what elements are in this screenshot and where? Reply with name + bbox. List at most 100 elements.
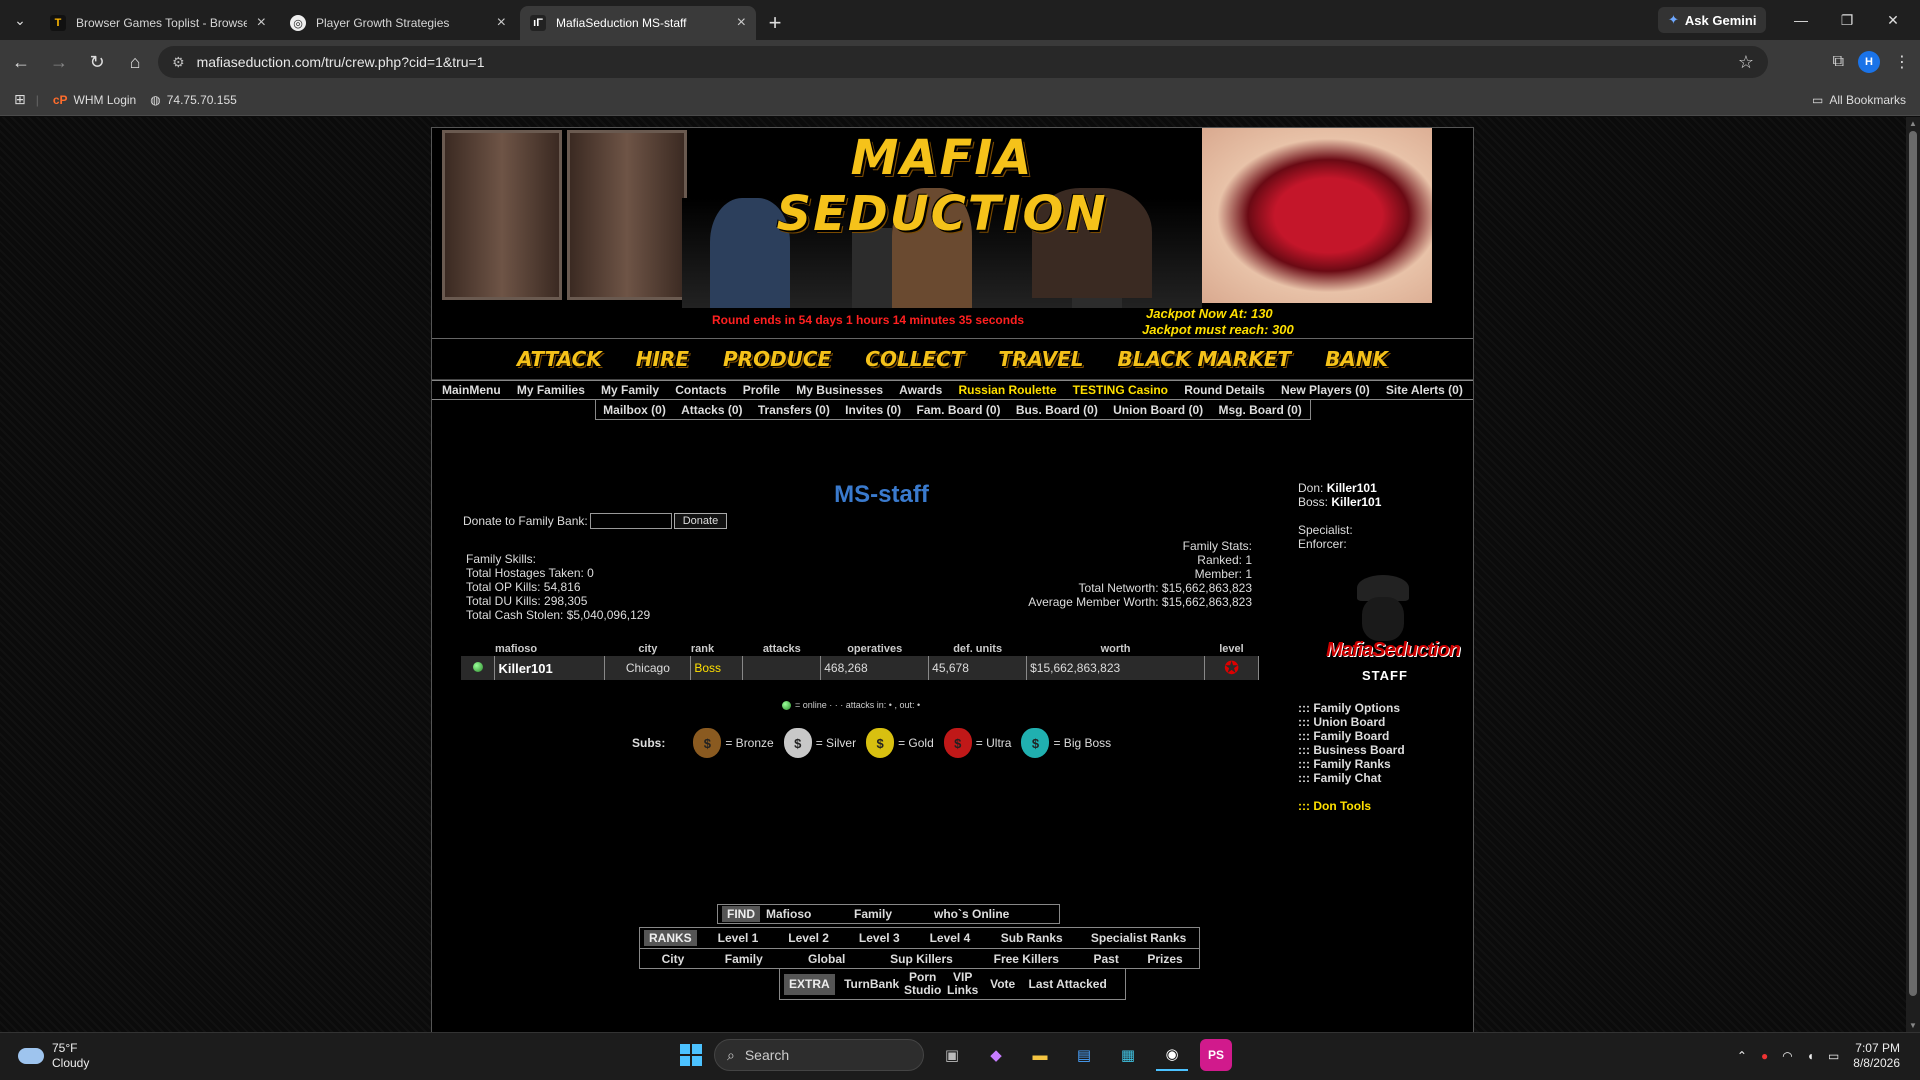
taskbar-search[interactable]: ⌕ Search: [714, 1039, 924, 1071]
rank-city-link[interactable]: City: [640, 952, 706, 966]
rank-prizes-link[interactable]: Prizes: [1131, 952, 1199, 966]
task-view-icon[interactable]: ▣: [936, 1039, 968, 1071]
menu-msg-board[interactable]: Msg. Board (0): [1218, 403, 1301, 417]
rank-level-2-link[interactable]: Level 2: [773, 931, 844, 945]
close-tab-icon[interactable]: ×: [497, 14, 506, 32]
windows-start-icon[interactable]: [680, 1044, 702, 1066]
extra-vote-link[interactable]: Vote: [983, 977, 1023, 991]
rank-level-3-link[interactable]: Level 3: [844, 931, 915, 945]
link-family-options[interactable]: ::: Family Options: [1298, 701, 1405, 715]
page-scrollbar[interactable]: ▲ ▼: [1906, 117, 1920, 1032]
menu-new-players[interactable]: New Players (0): [1281, 383, 1370, 397]
rank-sup-killers-link[interactable]: Sup Killers: [872, 952, 972, 966]
menu-bus-board[interactable]: Bus. Board (0): [1016, 403, 1098, 417]
black-market-button[interactable]: BLACK MARKET: [1117, 347, 1291, 371]
wifi-icon[interactable]: ◠: [1782, 1049, 1792, 1063]
menu-union-board[interactable]: Union Board (0): [1113, 403, 1203, 417]
close-window-icon[interactable]: ✕: [1870, 0, 1916, 40]
menu-attacks[interactable]: Attacks (0): [681, 403, 742, 417]
extra-turnbank-link[interactable]: TurnBank: [841, 977, 903, 991]
address-bar[interactable]: ⚙ mafiaseduction.com/tru/crew.php?cid=1&…: [158, 46, 1768, 78]
menu-my-family[interactable]: My Family: [601, 383, 659, 397]
menu-fam-board[interactable]: Fam. Board (0): [916, 403, 1000, 417]
rank-free-killers-link[interactable]: Free Killers: [971, 952, 1081, 966]
link-union-board[interactable]: ::: Union Board: [1298, 715, 1405, 729]
file-explorer-icon[interactable]: ▬: [1024, 1039, 1056, 1071]
all-bookmarks-button[interactable]: ▭ All Bookmarks: [1812, 93, 1906, 107]
bookmark-whm-login[interactable]: cP WHM Login: [53, 93, 136, 107]
bookmark-ip[interactable]: ◍ 74.75.70.155: [150, 93, 237, 107]
volume-icon[interactable]: ◖: [1807, 1049, 1814, 1063]
rank-global-link[interactable]: Global: [782, 952, 872, 966]
hire-button[interactable]: HIRE: [636, 347, 689, 371]
donate-button[interactable]: Donate: [673, 513, 728, 529]
find-family-link[interactable]: Family: [854, 907, 934, 921]
tab-player-growth[interactable]: ◎ Player Growth Strategies ×: [280, 6, 516, 40]
boss-name[interactable]: Killer101: [1331, 495, 1381, 509]
extensions-puzzle-icon[interactable]: ⧉: [1833, 53, 1844, 71]
extra-porn-studio-link[interactable]: Porn Studio: [903, 971, 943, 997]
bank-button[interactable]: BANK: [1325, 347, 1388, 371]
tray-overflow-chevron-icon[interactable]: ⌃: [1737, 1049, 1747, 1063]
menu-russian-roulette[interactable]: Russian Roulette: [958, 383, 1056, 397]
menu-awards[interactable]: Awards: [899, 383, 942, 397]
home-icon[interactable]: ⌂: [118, 45, 152, 79]
new-tab-button[interactable]: +: [760, 6, 790, 40]
menu-round-details[interactable]: Round Details: [1184, 383, 1265, 397]
forward-arrow-icon[interactable]: →: [42, 45, 76, 79]
extra-last-attacked-link[interactable]: Last Attacked: [1023, 977, 1113, 991]
menu-my-families[interactable]: My Families: [517, 383, 585, 397]
menu-testing-casino[interactable]: TESTING Casino: [1073, 383, 1168, 397]
tab-mafiaseduction[interactable]: ıΓ MafiaSeduction MS-staff ×: [520, 6, 756, 40]
rank-past-link[interactable]: Past: [1081, 952, 1131, 966]
attack-button[interactable]: ATTACK: [517, 347, 602, 371]
menu-contacts[interactable]: Contacts: [675, 383, 726, 397]
collect-button[interactable]: COLLECT: [865, 347, 964, 371]
link-business-board[interactable]: ::: Business Board: [1298, 743, 1405, 757]
rank-specialist-ranks-link[interactable]: Specialist Ranks: [1078, 931, 1199, 945]
menu-my-businesses[interactable]: My Businesses: [796, 383, 883, 397]
rank-level-1-link[interactable]: Level 1: [703, 931, 774, 945]
reload-icon[interactable]: ↻: [80, 45, 114, 79]
minimize-icon[interactable]: —: [1778, 0, 1824, 40]
phpstorm-icon[interactable]: PS: [1200, 1039, 1232, 1071]
menu-invites[interactable]: Invites (0): [845, 403, 901, 417]
weather-widget[interactable]: 75°F Cloudy: [18, 1041, 89, 1071]
profile-avatar[interactable]: H: [1858, 51, 1880, 73]
donate-amount-input[interactable]: [589, 513, 672, 529]
menu-transfers[interactable]: Transfers (0): [758, 403, 830, 417]
rank-sub-ranks-link[interactable]: Sub Ranks: [985, 931, 1078, 945]
restore-icon[interactable]: ❐: [1824, 0, 1870, 40]
menu-site-alerts[interactable]: Site Alerts (0): [1386, 383, 1463, 397]
microsoft-store-icon[interactable]: ▤: [1068, 1039, 1100, 1071]
ask-gemini-button[interactable]: ✦ Ask Gemini: [1658, 7, 1767, 33]
scroll-down-arrow-icon[interactable]: ▼: [1909, 1021, 1917, 1030]
produce-button[interactable]: PRODUCE: [723, 347, 831, 371]
link-family-ranks[interactable]: ::: Family Ranks: [1298, 757, 1405, 771]
apps-grid-icon[interactable]: ⊞: [14, 91, 26, 108]
don-name[interactable]: Killer101: [1327, 481, 1377, 495]
menu-mailbox[interactable]: Mailbox (0): [603, 403, 666, 417]
site-info-icon[interactable]: ⚙: [172, 54, 185, 71]
link-family-chat[interactable]: ::: Family Chat: [1298, 771, 1405, 785]
clock[interactable]: 7:07 PM 8/8/2026: [1853, 1041, 1900, 1071]
close-tab-icon[interactable]: ×: [257, 14, 266, 32]
tab-search-chevron-icon[interactable]: ⌄: [0, 0, 40, 40]
find-mafioso-link[interactable]: Mafioso: [766, 907, 854, 921]
chrome-icon[interactable]: ◉: [1156, 1039, 1188, 1071]
link-don-tools[interactable]: ::: Don Tools: [1298, 799, 1405, 813]
back-arrow-icon[interactable]: ←: [4, 45, 38, 79]
tab-browser-games-toplist[interactable]: T Browser Games Toplist - Browse ×: [40, 6, 276, 40]
menu-kebab-icon[interactable]: ⋮: [1894, 52, 1910, 72]
scroll-up-arrow-icon[interactable]: ▲: [1909, 119, 1917, 128]
buildings-app-icon[interactable]: ▦: [1112, 1039, 1144, 1071]
copilot-icon[interactable]: ◆: [980, 1039, 1012, 1071]
link-family-board[interactable]: ::: Family Board: [1298, 729, 1405, 743]
menu-profile[interactable]: Profile: [743, 383, 780, 397]
bookmark-star-icon[interactable]: ☆: [1738, 52, 1754, 73]
extra-vip-links-link[interactable]: VIP Links: [943, 971, 983, 997]
close-tab-icon[interactable]: ×: [737, 14, 746, 32]
battery-icon[interactable]: ▭: [1828, 1049, 1839, 1063]
scrollbar-thumb[interactable]: [1909, 131, 1917, 996]
tray-app-icon[interactable]: ●: [1761, 1049, 1768, 1063]
